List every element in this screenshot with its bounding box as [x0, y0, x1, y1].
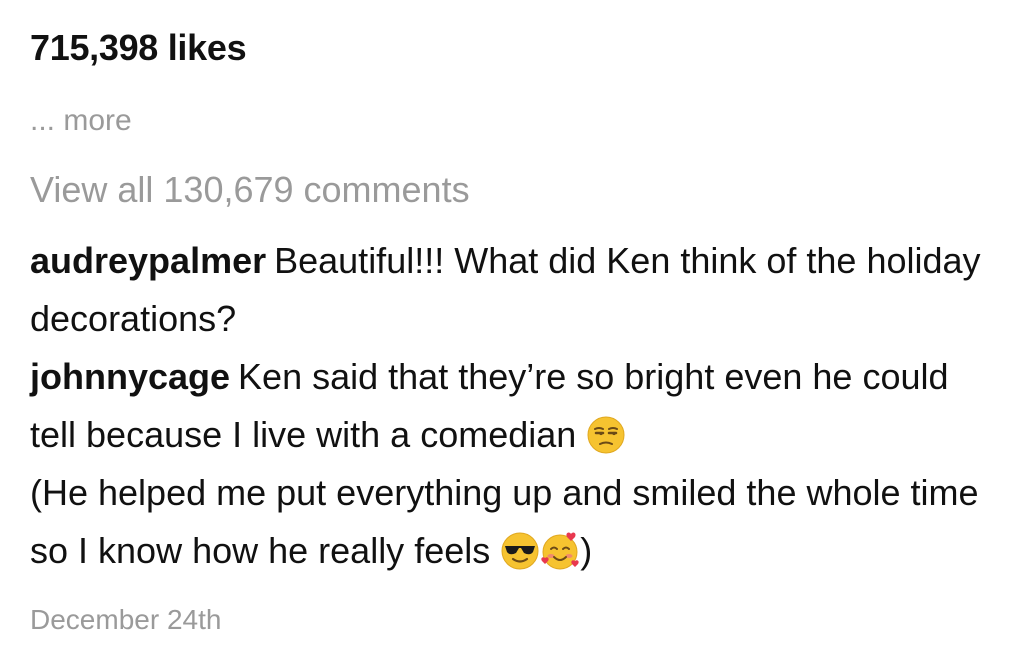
- comment-audreypalmer: audreypalmer Beautiful!!! What did Ken th…: [30, 232, 990, 348]
- comments-list: audreypalmer Beautiful!!! What did Ken th…: [30, 232, 990, 580]
- unamused-face-icon: [586, 415, 626, 455]
- smiling-face-with-hearts-icon: [540, 531, 580, 571]
- comment-username[interactable]: audreypalmer: [30, 240, 266, 281]
- post-date: December 24th: [30, 604, 222, 635]
- likes-count[interactable]: 715,398 likes: [30, 26, 247, 70]
- comment-username[interactable]: johnnycage: [30, 356, 230, 397]
- sunglasses-face-icon: [500, 531, 540, 571]
- view-all-comments-link[interactable]: View all 130,679 comments: [30, 168, 470, 212]
- comment-text-end: ): [580, 530, 593, 571]
- more-link[interactable]: ... more: [30, 102, 132, 140]
- comment-johnnycage: johnnycage Ken said that they’re so brigh…: [30, 348, 990, 580]
